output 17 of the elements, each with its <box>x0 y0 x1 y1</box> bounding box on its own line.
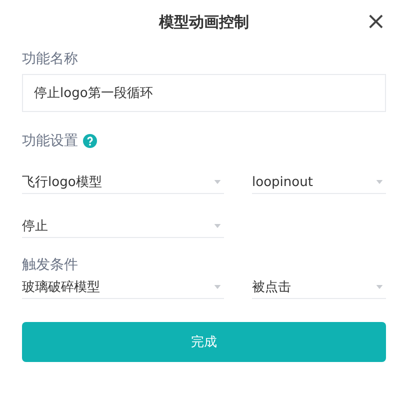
field-label: 功能名称 <box>22 50 79 68</box>
input-field[interactable]: 停止logo第一段循环 <box>22 74 386 112</box>
dropdown[interactable]: 停止 <box>22 215 224 238</box>
dropdown[interactable]: 飞行logo模型 <box>22 171 224 194</box>
help-icon[interactable] <box>83 134 97 148</box>
caret-icon <box>376 180 383 184</box>
caret-icon <box>376 285 383 289</box>
caret-icon <box>214 180 221 184</box>
caret-icon <box>214 224 221 228</box>
close-button[interactable]: × <box>362 8 390 34</box>
dialog-title: 模型动画控制 <box>159 12 249 32</box>
section-label: 触发条件 <box>22 256 79 274</box>
dropdown[interactable]: 被点击 <box>252 276 386 299</box>
dropdown[interactable]: loopinout <box>252 171 386 194</box>
dropdown[interactable]: 玻璃破碎模型 <box>22 276 224 299</box>
caret-icon <box>214 285 221 289</box>
section-label: 功能设置 <box>22 132 78 150</box>
